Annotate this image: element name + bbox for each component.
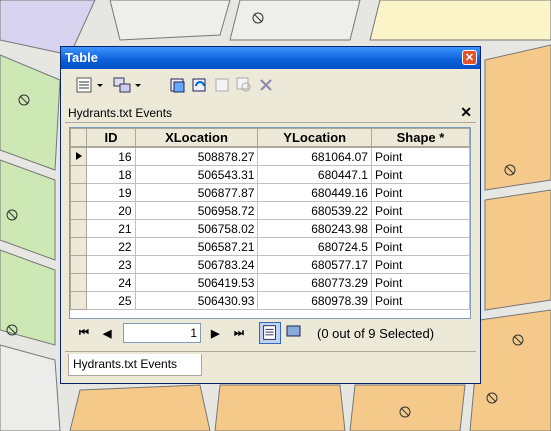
cell-xlocation[interactable]: 506419.53	[134, 273, 259, 292]
row-selector[interactable]	[70, 237, 88, 256]
cell-shape[interactable]: Point	[370, 291, 470, 310]
cell-shape[interactable]: Point	[370, 255, 470, 274]
cell-shape[interactable]: Point	[370, 201, 470, 220]
table-name-label: Hydrants.txt Events	[68, 106, 173, 120]
map-parcel	[484, 44, 551, 191]
cell-xlocation[interactable]: 506877.87	[134, 183, 259, 202]
record-navigation-bar: ⏮ ◀ 1 ▶ ⏭ (0 out of 9 Selected)	[69, 319, 469, 349]
close-table-icon[interactable]: ✕	[460, 104, 472, 121]
cell-id[interactable]: 25	[86, 291, 136, 310]
switch-selection-icon[interactable]	[191, 76, 209, 94]
window-title: Table	[65, 50, 98, 65]
current-record-input[interactable]: 1	[123, 323, 201, 343]
table-row[interactable]: 22 506587.21 680724.5 Point	[70, 237, 470, 256]
cell-shape[interactable]: Point	[370, 165, 470, 184]
cell-xlocation[interactable]: 506587.21	[134, 237, 259, 256]
cell-shape[interactable]: Point	[370, 183, 470, 202]
cell-xlocation[interactable]: 506430.93	[134, 291, 259, 310]
table-row[interactable]: 20 506958.72 680539.22 Point	[70, 201, 470, 220]
previous-record-button[interactable]: ◀	[103, 327, 111, 340]
select-by-attributes-icon[interactable]	[169, 76, 187, 94]
cell-xlocation[interactable]: 508878.27	[134, 146, 259, 166]
next-record-button[interactable]: ▶	[211, 327, 219, 340]
map-parcel	[229, 0, 361, 41]
selection-status: (0 out of 9 Selected)	[317, 326, 435, 341]
cell-ylocation[interactable]: 680449.16	[257, 183, 372, 202]
cell-ylocation[interactable]: 680539.22	[257, 201, 372, 220]
cell-shape[interactable]: Point	[370, 146, 470, 166]
cell-ylocation[interactable]: 680724.5	[257, 237, 372, 256]
row-selector[interactable]	[70, 201, 88, 220]
row-selector[interactable]	[70, 219, 88, 238]
table-row[interactable]: 25 506430.93 680978.39 Point	[70, 291, 470, 310]
clear-selection-icon[interactable]	[213, 76, 231, 94]
cell-shape[interactable]: Point	[370, 273, 470, 292]
window-close-button[interactable]: ✕	[462, 50, 477, 65]
cell-shape[interactable]: Point	[370, 237, 470, 256]
chevron-down-icon[interactable]	[95, 76, 105, 94]
related-tables-icon[interactable]	[113, 76, 131, 94]
table-row[interactable]: 19 506877.87 680449.16 Point	[70, 183, 470, 202]
cell-ylocation[interactable]: 680577.17	[257, 255, 372, 274]
cell-xlocation[interactable]: 506958.72	[134, 201, 259, 220]
cell-id[interactable]: 16	[86, 146, 136, 166]
row-selector[interactable]	[70, 183, 88, 202]
table-row[interactable]: 18 506543.31 680447.1 Point	[70, 165, 470, 184]
table-row[interactable]: 21 506758.02 680243.98 Point	[70, 219, 470, 238]
table-row[interactable]: 24 506419.53 680773.29 Point	[70, 273, 470, 292]
table-options-icon[interactable]	[75, 76, 93, 94]
column-header-id[interactable]: ID	[86, 128, 136, 148]
show-all-records-icon[interactable]	[259, 322, 281, 344]
cell-shape[interactable]: Point	[370, 219, 470, 238]
column-header-shape[interactable]: Shape *	[370, 128, 470, 148]
cell-xlocation[interactable]: 506543.31	[134, 165, 259, 184]
map-parcel	[484, 189, 551, 311]
title-bar[interactable]: Table ✕	[61, 47, 480, 69]
first-record-button[interactable]: ⏮	[79, 327, 89, 340]
zoom-to-selected-icon[interactable]	[235, 76, 253, 94]
bottom-table-tab[interactable]: Hydrants.txt Events	[68, 354, 202, 376]
column-header-xlocation[interactable]: XLocation	[134, 128, 259, 148]
delete-selected-icon[interactable]	[257, 76, 275, 94]
cell-ylocation[interactable]: 681064.07	[257, 146, 372, 166]
cell-id[interactable]: 19	[86, 183, 136, 202]
column-header-ylocation[interactable]: YLocation	[257, 128, 372, 148]
row-selector[interactable]	[70, 146, 88, 166]
cell-ylocation[interactable]: 680773.29	[257, 273, 372, 292]
cell-ylocation[interactable]: 680447.1	[257, 165, 372, 184]
cell-id[interactable]: 23	[86, 255, 136, 274]
table-tab-header: Hydrants.txt Events ✕	[65, 104, 476, 123]
row-selector[interactable]	[70, 291, 88, 310]
table-row[interactable]: 16 508878.27 681064.07 Point	[70, 146, 470, 166]
map-parcel	[109, 0, 231, 41]
map-parcel	[69, 384, 211, 431]
toolbar	[65, 72, 477, 100]
tab-separator	[65, 351, 476, 352]
cell-id[interactable]: 20	[86, 201, 136, 220]
cell-xlocation[interactable]: 506758.02	[134, 219, 259, 238]
cell-ylocation[interactable]: 680978.39	[257, 291, 372, 310]
table-window: Table ✕ Hydrants.txt Events ✕ ID XLocati…	[60, 46, 481, 384]
map-parcel	[214, 384, 346, 431]
cell-id[interactable]: 18	[86, 165, 136, 184]
show-selected-records-icon[interactable]	[283, 322, 305, 344]
attribute-table: ID XLocation YLocation Shape * 16 508878.…	[69, 127, 471, 319]
row-selector-header[interactable]	[70, 128, 88, 148]
cell-id[interactable]: 24	[86, 273, 136, 292]
map-parcel	[369, 0, 551, 41]
row-selector[interactable]	[70, 165, 88, 184]
row-selector[interactable]	[70, 255, 88, 274]
last-record-button[interactable]: ⏭	[234, 327, 244, 340]
row-selector[interactable]	[70, 273, 88, 292]
cell-ylocation[interactable]: 680243.98	[257, 219, 372, 238]
chevron-down-icon[interactable]	[133, 76, 143, 94]
map-parcel	[469, 309, 551, 431]
current-row-arrow-icon	[75, 151, 82, 160]
cell-id[interactable]: 21	[86, 219, 136, 238]
cell-id[interactable]: 22	[86, 237, 136, 256]
table-row[interactable]: 23 506783.24 680577.17 Point	[70, 255, 470, 274]
header-row: ID XLocation YLocation Shape *	[70, 128, 470, 148]
cell-xlocation[interactable]: 506783.24	[134, 255, 259, 274]
